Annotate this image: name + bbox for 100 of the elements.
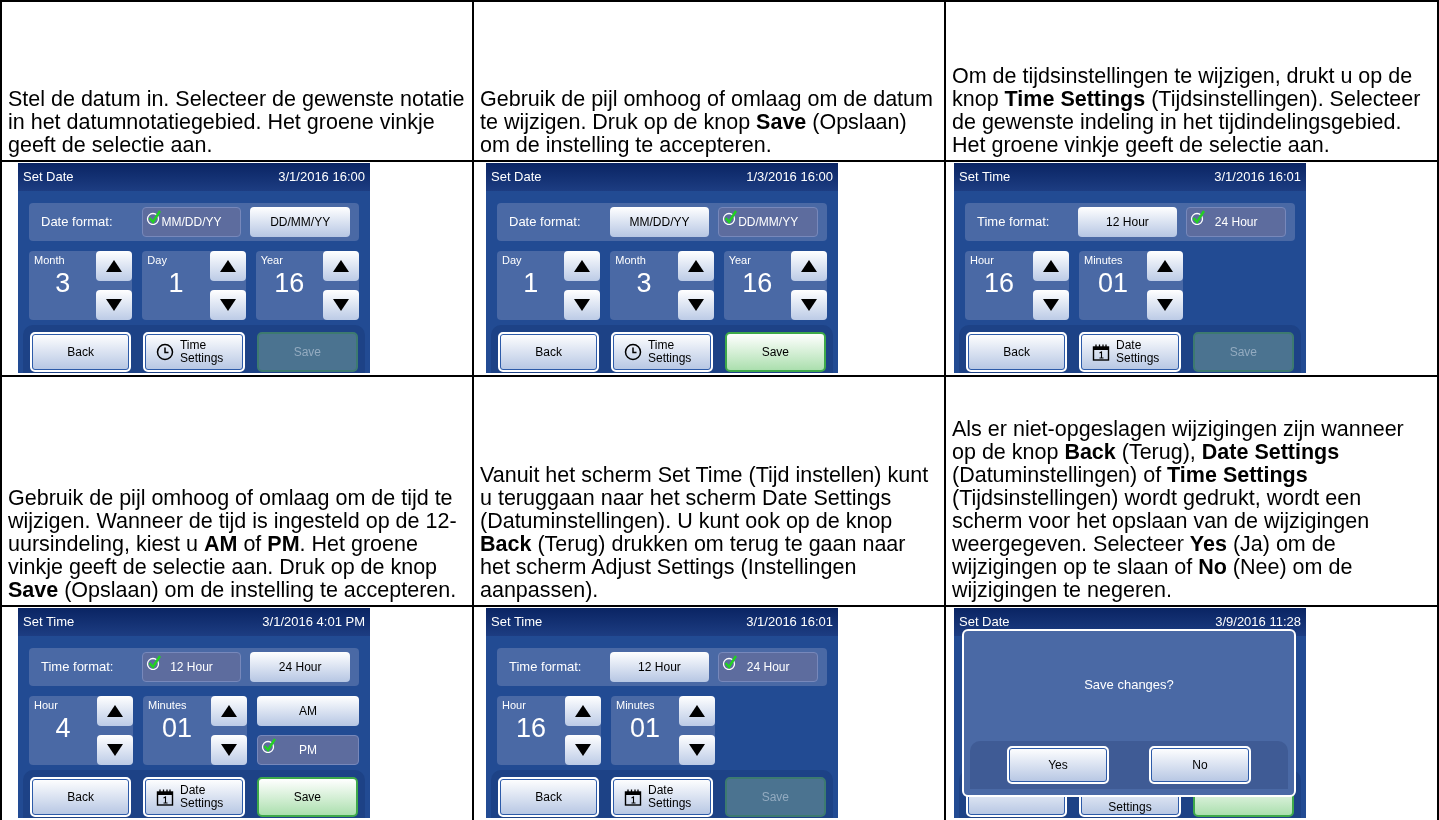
back-button[interactable]: Back xyxy=(30,332,132,372)
spinner-label: Hour xyxy=(33,698,59,712)
instruction-text: Vanuit het scherm Set Time (Tijd instellen) kunt u teruggaan naar het scherm Date Settings (Datuminstellingen). U kunt ook op de knop Back (Terug) drukken om terug te gaan naar het scherm Adjust Settings (Instellingen aanpassen). xyxy=(480,464,930,602)
up-triangle-icon xyxy=(574,260,591,272)
format-label: Date format: xyxy=(508,213,582,232)
format-option[interactable]: DD/MM/YY xyxy=(718,207,818,237)
down-triangle-icon xyxy=(106,299,123,311)
up-arrow-button[interactable] xyxy=(1147,251,1183,281)
up-arrow-button[interactable] xyxy=(1033,251,1069,281)
spinner-label: Month xyxy=(614,253,647,267)
back-button[interactable]: Back xyxy=(498,332,600,372)
up-arrow-button[interactable] xyxy=(679,696,715,726)
up-triangle-icon xyxy=(1157,260,1173,272)
check-icon xyxy=(261,737,276,753)
format-option[interactable]: DD/MM/YY xyxy=(250,207,350,237)
down-arrow-button[interactable] xyxy=(1033,290,1069,320)
calendar-icon xyxy=(156,788,174,806)
spinner-label: Day xyxy=(146,253,168,267)
spinner-label: Year xyxy=(727,253,752,267)
down-triangle-icon xyxy=(219,299,236,311)
up-triangle-icon xyxy=(106,260,123,272)
down-arrow-button[interactable] xyxy=(791,290,827,320)
down-triangle-icon xyxy=(575,744,591,756)
down-triangle-icon xyxy=(1043,299,1059,311)
calendar-icon xyxy=(1092,343,1110,361)
spinner-value: 01 xyxy=(628,712,661,744)
dialog-message: Save changes? xyxy=(1084,676,1174,694)
format-option[interactable]: 24 Hour xyxy=(1186,207,1286,237)
up-arrow-button[interactable] xyxy=(96,251,133,281)
instruction-text: Stel de datum in. Selecteer de gewenste notatie in het datumnotatiegebied. Het groene vinkje geeft de selectie aan. xyxy=(8,88,466,157)
screen-title: Set Time xyxy=(23,613,75,632)
down-arrow-button[interactable] xyxy=(209,290,246,320)
am-pm-option[interactable]: PM xyxy=(257,735,359,765)
format-option[interactable]: 12 Hour xyxy=(1077,207,1178,237)
format-option[interactable]: 12 Hour xyxy=(141,652,242,682)
down-arrow-button[interactable] xyxy=(565,735,601,765)
back-button[interactable]: Back xyxy=(966,332,1068,372)
clock-icon xyxy=(624,343,642,361)
spinner-value: 01 xyxy=(1096,267,1129,299)
down-arrow-button[interactable] xyxy=(679,735,715,765)
up-arrow-button[interactable] xyxy=(209,251,246,281)
date-time: 3/1/2016 4:01 PM xyxy=(262,613,365,632)
date-time: 3/1/2016 16:00 xyxy=(278,168,365,187)
up-triangle-icon xyxy=(107,705,123,717)
dialog-button[interactable]: No xyxy=(1149,746,1251,784)
down-arrow-button[interactable] xyxy=(97,735,133,765)
back-button[interactable]: Back xyxy=(498,777,600,817)
format-option[interactable]: MM/DD/YY xyxy=(141,207,242,237)
up-arrow-button[interactable] xyxy=(564,251,601,281)
down-arrow-button[interactable] xyxy=(96,290,133,320)
spinner-label: Hour xyxy=(501,698,527,712)
up-arrow-button[interactable] xyxy=(565,696,601,726)
check-icon xyxy=(145,209,161,225)
up-arrow-button[interactable] xyxy=(211,696,247,726)
dialog-button[interactable]: Yes xyxy=(1007,746,1109,784)
instruction-text: Gebruik de pijl omhoog of omlaag om de datum te wijzigen. Druk op de knop Save (Opslaan) om de instelling te accepteren. xyxy=(480,88,934,157)
format-option[interactable]: 24 Hour xyxy=(250,652,350,682)
down-triangle-icon xyxy=(687,299,704,311)
down-arrow-button[interactable] xyxy=(323,290,359,320)
spinner-label: Minutes xyxy=(615,698,656,712)
format-label: Time format: xyxy=(40,658,115,677)
date-settings-button[interactable]: Date Settings xyxy=(1079,332,1181,372)
down-arrow-button[interactable] xyxy=(677,290,714,320)
format-option[interactable]: MM/DD/YY xyxy=(609,207,710,237)
spinner-label: Minutes xyxy=(1083,253,1124,267)
up-arrow-button[interactable] xyxy=(97,696,133,726)
format-option[interactable]: 24 Hour xyxy=(718,652,818,682)
up-arrow-button[interactable] xyxy=(677,251,714,281)
spinner-value: 4 xyxy=(54,712,72,744)
time-settings-button[interactable]: Time Settings xyxy=(143,332,245,372)
screen-title: Set Time xyxy=(959,168,1011,187)
screen-title: Set Date xyxy=(491,168,542,187)
down-triangle-icon xyxy=(1157,299,1173,311)
save-button[interactable]: Save xyxy=(256,777,358,817)
date-settings-button[interactable]: Date Settings xyxy=(143,777,245,817)
up-triangle-icon xyxy=(1043,260,1059,272)
down-arrow-button[interactable] xyxy=(564,290,601,320)
up-triangle-icon xyxy=(801,260,817,272)
spinner-value: 01 xyxy=(160,712,193,744)
up-triangle-icon xyxy=(219,260,236,272)
back-button[interactable]: Back xyxy=(30,777,132,817)
spinner-label: Hour xyxy=(969,253,995,267)
up-triangle-icon xyxy=(333,260,349,272)
am-pm-option[interactable]: AM xyxy=(257,696,359,726)
spinner-label: Month xyxy=(33,253,66,267)
up-arrow-button[interactable] xyxy=(323,251,359,281)
clock-icon xyxy=(156,343,174,361)
up-triangle-icon xyxy=(221,705,237,717)
down-arrow-button[interactable] xyxy=(211,735,247,765)
spinner-label: Day xyxy=(501,253,523,267)
format-option[interactable]: 12 Hour xyxy=(609,652,710,682)
down-triangle-icon xyxy=(107,744,123,756)
up-arrow-button[interactable] xyxy=(791,251,827,281)
save-button[interactable]: Save xyxy=(724,332,826,372)
up-triangle-icon xyxy=(689,705,705,717)
date-time: 3/1/2016 16:01 xyxy=(1214,168,1301,187)
date-time: 3/9/2016 11:28 xyxy=(1215,613,1301,632)
time-settings-button[interactable]: Time Settings xyxy=(611,332,713,372)
down-arrow-button[interactable] xyxy=(1147,290,1183,320)
date-settings-button[interactable]: Date Settings xyxy=(611,777,713,817)
